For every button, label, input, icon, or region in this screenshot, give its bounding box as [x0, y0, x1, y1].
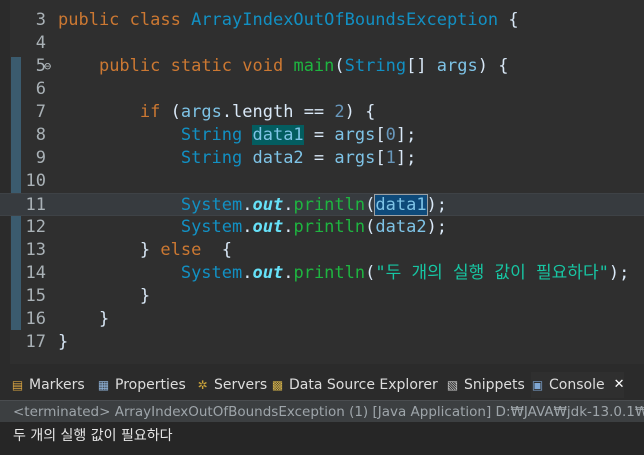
view-tab-bar: ▤ Markers ▦ Properties ✲ Servers ▩ Data Source … [0, 372, 644, 398]
bottom-panel: ▤ Markers ▦ Properties ✲ Servers ▩ Data Source … [0, 364, 644, 455]
line-number: 17 [25, 332, 46, 352]
line-number: 7 [35, 102, 46, 122]
tab-servers[interactable]: ✲ Servers [196, 372, 267, 398]
code-line[interactable]: 13 } else { [0, 239, 644, 262]
properties-icon: ▦ [97, 377, 110, 392]
line-number: 8 [35, 125, 46, 145]
tab-label: Markers [29, 377, 85, 393]
tab-label: Console [549, 377, 605, 393]
tab-markers[interactable]: ▤ Markers [11, 372, 85, 398]
code-editor[interactable]: 3 public class ArrayIndexOutOfBoundsExcep… [0, 0, 644, 364]
line-number: 14 [25, 263, 46, 283]
line-number: 10 [25, 171, 46, 191]
line-number: 16 [25, 309, 46, 329]
code-line[interactable]: 6 [0, 78, 644, 101]
servers-icon: ✲ [197, 377, 208, 392]
console-status-line: <terminated> ArrayIndexOutOfBoundsExcept… [0, 400, 644, 422]
code-text: public class ArrayIndexOutOfBoundsExcept… [58, 10, 519, 30]
code-line[interactable]: 3 public class ArrayIndexOutOfBoundsExcep… [0, 9, 644, 32]
data-source-icon: ▩ [271, 377, 284, 392]
line-number: 11 [25, 195, 46, 215]
tab-snippets[interactable]: ▧ Snippets [446, 372, 525, 398]
code-line[interactable]: 16 } [0, 308, 644, 331]
markers-icon: ▤ [11, 377, 24, 392]
line-number: 13 [25, 240, 46, 260]
code-text: System.out.println(data1); [180, 194, 448, 216]
code-text: } [58, 309, 110, 329]
code-text: String data2 = args[1]; [180, 148, 417, 168]
line-number: 3 [35, 10, 46, 30]
code-text: public static void main(String[] args) { [98, 56, 509, 76]
tab-label: Properties [115, 377, 186, 393]
code-line[interactable]: 4 [0, 32, 644, 55]
code-line[interactable]: 15 } [0, 285, 644, 308]
tab-label: Snippets [464, 377, 525, 393]
snippets-icon: ▧ [446, 377, 459, 392]
code-text: } [58, 332, 69, 352]
code-line[interactable]: 14 System.out.println("두 개의 실행 값이 필요하다")… [0, 262, 644, 285]
code-text: } [58, 286, 151, 306]
code-line[interactable]: 8 String data1 = args[0]; [0, 124, 644, 147]
tab-label: Servers [214, 377, 268, 393]
tab-properties[interactable]: ▦ Properties [97, 372, 186, 398]
line-number: 6 [35, 79, 46, 99]
code-text: System.out.println(data2); [180, 217, 448, 237]
console-icon: ▣ [531, 377, 544, 392]
console-output-area[interactable]: 두 개의 실행 값이 필요하다 [0, 422, 644, 455]
code-line[interactable]: 11 System.out.println(data1); [0, 193, 644, 216]
code-line[interactable]: 9 String data2 = args[1]; [0, 147, 644, 170]
code-text: } else { [58, 240, 233, 260]
code-line[interactable]: 12 System.out.println(data2); [0, 216, 644, 239]
code-text: String data1 = args[0]; [180, 125, 417, 145]
code-line[interactable]: 5 ⊖ public static void main(String[] args… [0, 55, 644, 78]
line-number: 12 [25, 217, 46, 237]
code-line[interactable]: 17} [0, 331, 644, 354]
tab-console[interactable]: ▣ Console ✕ [531, 372, 625, 398]
code-line[interactable]: 7 if (args.length == 2) { [0, 101, 644, 124]
line-number: 4 [35, 33, 46, 53]
code-text: System.out.println("두 개의 실행 값이 필요하다"); [180, 263, 630, 283]
line-number: 15 [25, 286, 46, 306]
console-output-text: 두 개의 실행 값이 필요하다 [13, 428, 173, 444]
tab-data-source-explorer[interactable]: ▩ Data Source Explorer [271, 372, 438, 398]
close-icon[interactable]: ✕ [614, 372, 625, 398]
line-number: 9 [35, 148, 46, 168]
tab-label: Data Source Explorer [289, 377, 438, 393]
code-line[interactable]: 10 [0, 170, 644, 193]
fold-toggle-icon[interactable]: ⊖ [44, 55, 51, 78]
line-number: 5 [35, 56, 46, 76]
code-text: if (args.length == 2) { [139, 102, 376, 122]
